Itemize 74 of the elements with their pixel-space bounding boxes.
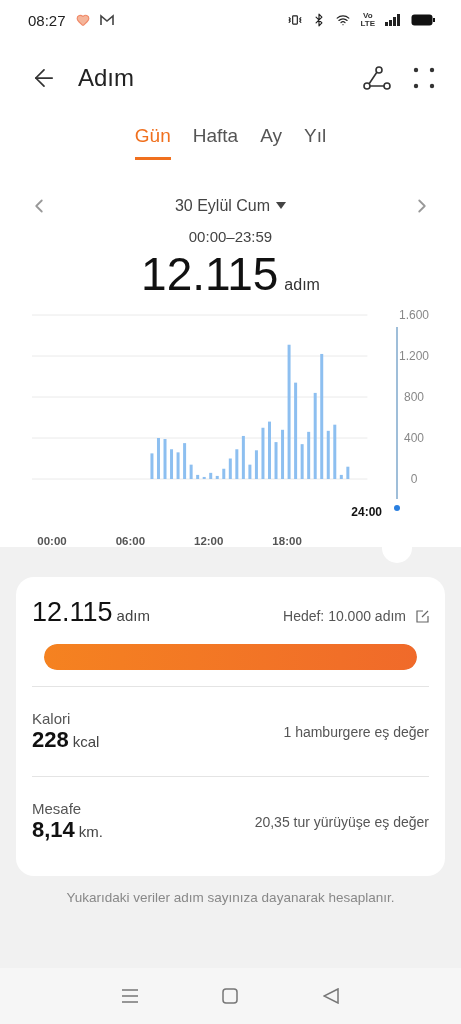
- step-goal: Hedef: 10.000 adım: [283, 608, 406, 624]
- metric-equivalent: 20,35 tur yürüyüşe eş değer: [254, 813, 429, 830]
- step-bar: [339, 474, 343, 479]
- x-axis-label: 00:00: [37, 535, 67, 547]
- step-bar: [281, 429, 285, 479]
- y-axis-label: 1.200: [399, 349, 429, 363]
- period-tab[interactable]: Ay: [260, 124, 282, 160]
- step-bar: [222, 468, 226, 479]
- step-bar: [307, 431, 311, 479]
- step-bar: [183, 443, 187, 479]
- step-bar: [241, 435, 245, 479]
- network-label: Vo: [362, 12, 373, 20]
- back-icon[interactable]: [322, 988, 339, 1004]
- step-bar: [176, 452, 180, 479]
- step-bar: [189, 464, 193, 479]
- y-axis-label: 0: [410, 472, 418, 486]
- x-axis-label: 18:00: [272, 535, 302, 547]
- metric-value: 228: [32, 727, 69, 752]
- step-bar: [346, 466, 350, 479]
- caret-icon: [276, 202, 287, 210]
- step-count: 12.115: [32, 597, 113, 627]
- y-axis-label: 800: [404, 390, 424, 404]
- clock-time: 08:27: [28, 11, 66, 29]
- step-bar: [268, 421, 271, 479]
- step-bar: [235, 449, 239, 479]
- x-axis-label: 12:00: [194, 535, 224, 547]
- step-bar: [150, 453, 154, 479]
- metric-label: Mesafe: [32, 800, 83, 817]
- period-tab[interactable]: Yıl: [304, 124, 327, 160]
- y-axis-label: 1.600: [399, 308, 429, 322]
- period-tab[interactable]: Hafta: [192, 124, 239, 160]
- vibrate-icon: [288, 13, 303, 27]
- step-bar: [333, 424, 337, 479]
- metric-unit: kcal: [72, 733, 100, 750]
- step-bar: [202, 476, 206, 479]
- step-count-unit: adım: [116, 607, 150, 624]
- time-range: 00:00–23:59: [187, 228, 274, 245]
- menu-icon[interactable]: [122, 989, 139, 1003]
- step-bar: [163, 439, 167, 479]
- step-bar: [170, 449, 174, 479]
- battery-icon: [411, 14, 435, 26]
- heart-icon: [75, 13, 90, 27]
- home-icon[interactable]: [222, 988, 239, 1004]
- metric-value: 8,14: [32, 817, 75, 842]
- metric-equivalent: 1 hamburgere eş değer: [283, 723, 429, 740]
- signal-icon: [385, 14, 401, 26]
- cursor-time: 24:00: [351, 505, 382, 519]
- step-bar: [248, 464, 252, 479]
- mail-icon: [99, 14, 114, 26]
- footnote: Yukarıdaki veriler adım sayınıza dayanarak hesaplanır.: [65, 890, 396, 905]
- y-axis-label: 400: [404, 431, 424, 445]
- step-bar: [209, 472, 213, 479]
- network-label: LTE: [360, 20, 375, 28]
- metric-unit: km.: [78, 823, 103, 840]
- date-selector[interactable]: 30 Eylül Cum: [168, 196, 293, 216]
- step-bar: [300, 444, 304, 479]
- step-unit: adım: [284, 276, 320, 294]
- share-button[interactable]: [361, 65, 391, 91]
- edit-button[interactable]: [416, 609, 429, 623]
- step-total: 12.115: [141, 247, 279, 301]
- step-bar: [274, 442, 278, 479]
- step-bar: [157, 438, 160, 479]
- step-bar: [215, 475, 219, 479]
- step-bar: [196, 474, 200, 479]
- cursor-dot: [394, 505, 400, 511]
- step-bar: [261, 427, 265, 479]
- page-title: Adım: [78, 64, 135, 92]
- step-bar: [228, 458, 232, 479]
- wifi-icon: [336, 13, 351, 27]
- x-axis-label: 06:00: [115, 535, 146, 547]
- step-bar: [326, 430, 330, 479]
- step-bar: [254, 450, 258, 479]
- metric-label: Kalori: [32, 710, 72, 727]
- more-button[interactable]: [411, 65, 437, 91]
